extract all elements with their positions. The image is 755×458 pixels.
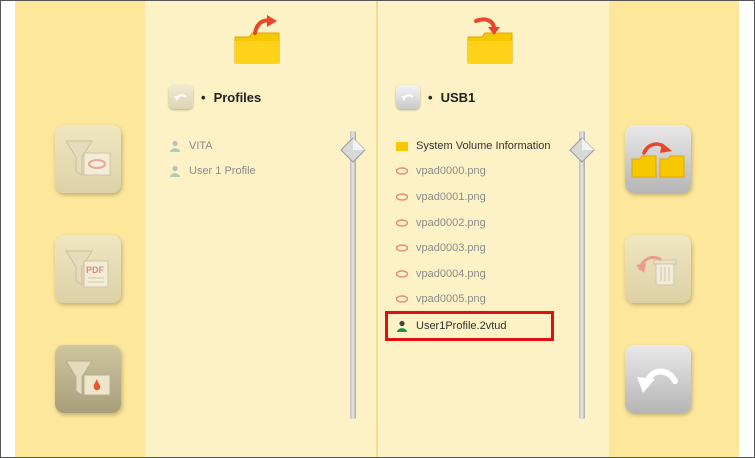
list-item-label: vpad0001.png xyxy=(416,190,486,203)
usb-scroll-thumb[interactable] xyxy=(569,137,595,163)
usb-up-button[interactable] xyxy=(396,85,420,109)
image-file-icon xyxy=(396,270,408,278)
filter-pdf-button[interactable]: PDF xyxy=(55,235,121,303)
filter-image-icon xyxy=(65,140,111,176)
bullet-icon: • xyxy=(428,89,433,105)
list-item-vpad0002[interactable]: vpad0002.png xyxy=(396,210,551,236)
profile-icon xyxy=(397,321,407,333)
app-window: PDF • Profiles VITA User 1 Profile • USB… xyxy=(0,0,755,458)
delete-button[interactable] xyxy=(625,235,691,303)
list-item-label: System Volume Information xyxy=(416,139,551,152)
back-arrow-icon xyxy=(174,94,187,101)
list-item-label: vpad0004.png xyxy=(416,267,486,280)
profiles-header: • Profiles xyxy=(169,85,261,109)
filter-pdf-icon: PDF xyxy=(65,250,109,288)
filter-profile-icon xyxy=(65,360,111,396)
right-edge xyxy=(739,1,754,457)
list-item-vpad0000[interactable]: vpad0000.png xyxy=(396,159,551,185)
left-sidebar: PDF xyxy=(15,1,145,457)
copy-button[interactable] xyxy=(625,125,691,193)
list-item-label: vpad0005.png xyxy=(416,293,486,306)
pdf-badge: PDF xyxy=(86,265,105,275)
delete-icon xyxy=(636,255,677,286)
profiles-up-button[interactable] xyxy=(169,85,193,109)
usb-file-list: System Volume Information vpad0000.png v… xyxy=(385,133,554,342)
left-edge xyxy=(1,1,15,457)
usb-header: • USB1 xyxy=(396,85,475,109)
list-item-label: vpad0003.png xyxy=(416,242,486,255)
folder-import-icon[interactable] xyxy=(466,15,514,67)
profiles-title: Profiles xyxy=(213,89,262,105)
list-item-label: vpad0000.png xyxy=(416,165,486,178)
profile-icon xyxy=(170,166,180,178)
list-item-user1profile-2vtud[interactable]: User1Profile.2vtud xyxy=(385,311,554,342)
back-arrow-icon xyxy=(401,94,414,101)
image-file-icon xyxy=(396,244,408,252)
list-item-label: User 1 Profile xyxy=(189,165,256,178)
bullet-icon: • xyxy=(201,89,206,105)
list-item-vpad0004[interactable]: vpad0004.png xyxy=(396,261,551,287)
back-icon xyxy=(637,368,678,393)
profiles-scrollbar[interactable] xyxy=(350,131,356,419)
filter-profile-button[interactable] xyxy=(55,345,121,413)
image-file-icon xyxy=(396,295,408,304)
usb-pane: • USB1 System Volume Information vpad000… xyxy=(378,1,609,457)
list-item-vpad0005[interactable]: vpad0005.png xyxy=(396,287,551,313)
usb-scrollbar[interactable] xyxy=(579,131,585,419)
usb-title: USB1 xyxy=(440,89,476,105)
profiles-scroll-thumb[interactable] xyxy=(340,137,366,163)
list-item-label: VITA xyxy=(189,139,213,152)
list-item-label: User1Profile.2vtud xyxy=(416,320,507,333)
list-item-vita[interactable]: VITA xyxy=(169,133,256,159)
back-button[interactable] xyxy=(625,345,691,413)
list-item-vpad0003[interactable]: vpad0003.png xyxy=(396,235,551,261)
image-file-icon xyxy=(396,218,408,227)
image-file-icon xyxy=(396,193,408,201)
filter-image-button[interactable] xyxy=(55,125,121,193)
right-sidebar xyxy=(609,1,739,457)
profiles-pane: • Profiles VITA User 1 Profile xyxy=(145,1,376,457)
list-item-label: vpad0002.png xyxy=(416,216,486,229)
list-item-vpad0001[interactable]: vpad0001.png xyxy=(396,184,551,210)
profiles-list: VITA User 1 Profile xyxy=(169,133,256,184)
folder-icon xyxy=(396,141,408,151)
profile-icon xyxy=(170,140,180,152)
list-item-user1-profile[interactable]: User 1 Profile xyxy=(169,159,256,185)
image-file-icon xyxy=(396,167,408,176)
folder-export-icon[interactable] xyxy=(233,15,281,67)
copy-folder-icon xyxy=(631,142,685,178)
list-item-system-volume-information[interactable]: System Volume Information xyxy=(396,133,551,159)
